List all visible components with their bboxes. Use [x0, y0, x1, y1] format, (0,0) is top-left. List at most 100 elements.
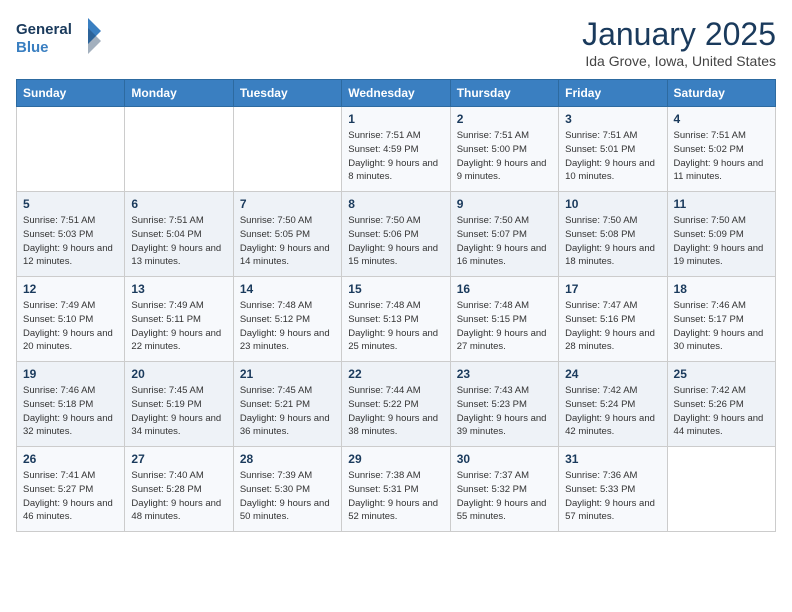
day-info: Sunrise: 7:45 AM Sunset: 5:19 PM Dayligh… — [131, 384, 226, 439]
day-info: Sunrise: 7:50 AM Sunset: 5:05 PM Dayligh… — [240, 214, 335, 269]
day-info: Sunrise: 7:48 AM Sunset: 5:15 PM Dayligh… — [457, 299, 552, 354]
calendar-cell: 3 Sunrise: 7:51 AM Sunset: 5:01 PM Daylig… — [559, 107, 667, 192]
day-info: Sunrise: 7:46 AM Sunset: 5:18 PM Dayligh… — [23, 384, 118, 439]
day-number: 31 — [565, 452, 660, 466]
calendar-cell: 29Sunrise: 7:38 AM Sunset: 5:31 PM Dayli… — [342, 447, 450, 532]
day-info: Sunrise: 7:39 AM Sunset: 5:30 PM Dayligh… — [240, 469, 335, 524]
calendar-week-row: 19 Sunrise: 7:46 AM Sunset: 5:18 PM Dayli… — [17, 362, 776, 447]
calendar-cell: 26Sunrise: 7:41 AM Sunset: 5:27 PM Dayli… — [17, 447, 125, 532]
day-info: Sunrise: 7:50 AM Sunset: 5:08 PM Dayligh… — [565, 214, 660, 269]
calendar-cell: 18 Sunrise: 7:46 AM Sunset: 5:17 PM Dayli… — [667, 277, 775, 362]
calendar-cell — [667, 447, 775, 532]
logo-svg: General Blue — [16, 16, 106, 61]
calendar-table: SundayMondayTuesdayWednesdayThursdayFrid… — [16, 79, 776, 532]
calendar-week-row: 26Sunrise: 7:41 AM Sunset: 5:27 PM Dayli… — [17, 447, 776, 532]
day-info: Sunrise: 7:36 AM Sunset: 5:33 PM Dayligh… — [565, 469, 660, 524]
calendar-cell: 24 Sunrise: 7:42 AM Sunset: 5:24 PM Dayli… — [559, 362, 667, 447]
day-info: Sunrise: 7:44 AM Sunset: 5:22 PM Dayligh… — [348, 384, 443, 439]
calendar-cell: 23 Sunrise: 7:43 AM Sunset: 5:23 PM Dayli… — [450, 362, 558, 447]
weekday-header: Wednesday — [342, 80, 450, 107]
calendar-cell: 30Sunrise: 7:37 AM Sunset: 5:32 PM Dayli… — [450, 447, 558, 532]
day-number: 18 — [674, 282, 769, 296]
calendar-cell: 28 Sunrise: 7:39 AM Sunset: 5:30 PM Dayli… — [233, 447, 341, 532]
day-info: Sunrise: 7:46 AM Sunset: 5:17 PM Dayligh… — [674, 299, 769, 354]
day-number: 19 — [23, 367, 118, 381]
day-info: Sunrise: 7:51 AM Sunset: 5:04 PM Dayligh… — [131, 214, 226, 269]
day-number: 3 — [565, 112, 660, 126]
day-info: Sunrise: 7:50 AM Sunset: 5:06 PM Dayligh… — [348, 214, 443, 269]
calendar-cell — [17, 107, 125, 192]
day-info: Sunrise: 7:48 AM Sunset: 5:13 PM Dayligh… — [348, 299, 443, 354]
day-number: 27 — [131, 452, 226, 466]
day-number: 23 — [457, 367, 552, 381]
day-info: Sunrise: 7:45 AM Sunset: 5:21 PM Dayligh… — [240, 384, 335, 439]
day-number: 8 — [348, 197, 443, 211]
calendar-cell — [233, 107, 341, 192]
calendar-cell: 9 Sunrise: 7:50 AM Sunset: 5:07 PM Daylig… — [450, 192, 558, 277]
weekday-header: Monday — [125, 80, 233, 107]
day-info: Sunrise: 7:51 AM Sunset: 5:01 PM Dayligh… — [565, 129, 660, 184]
calendar-cell: 16 Sunrise: 7:48 AM Sunset: 5:15 PM Dayli… — [450, 277, 558, 362]
day-number: 29 — [348, 452, 443, 466]
day-info: Sunrise: 7:49 AM Sunset: 5:10 PM Dayligh… — [23, 299, 118, 354]
day-number: 25 — [674, 367, 769, 381]
calendar-cell: 31 Sunrise: 7:36 AM Sunset: 5:33 PM Dayli… — [559, 447, 667, 532]
day-number: 6 — [131, 197, 226, 211]
day-info: Sunrise: 7:48 AM Sunset: 5:12 PM Dayligh… — [240, 299, 335, 354]
day-number: 16 — [457, 282, 552, 296]
calendar-week-row: 1Sunrise: 7:51 AM Sunset: 4:59 PM Daylig… — [17, 107, 776, 192]
calendar-cell: 10 Sunrise: 7:50 AM Sunset: 5:08 PM Dayli… — [559, 192, 667, 277]
page-header: General Blue January 2025 Ida Grove, Iow… — [16, 16, 776, 69]
day-number: 17 — [565, 282, 660, 296]
day-info: Sunrise: 7:50 AM Sunset: 5:07 PM Dayligh… — [457, 214, 552, 269]
month-title: January 2025 — [582, 16, 776, 53]
calendar-cell: 13Sunrise: 7:49 AM Sunset: 5:11 PM Dayli… — [125, 277, 233, 362]
day-info: Sunrise: 7:51 AM Sunset: 5:02 PM Dayligh… — [674, 129, 769, 184]
calendar-cell: 2 Sunrise: 7:51 AM Sunset: 5:00 PM Daylig… — [450, 107, 558, 192]
day-number: 21 — [240, 367, 335, 381]
title-block: January 2025 Ida Grove, Iowa, United Sta… — [582, 16, 776, 69]
calendar-week-row: 5Sunrise: 7:51 AM Sunset: 5:03 PM Daylig… — [17, 192, 776, 277]
day-info: Sunrise: 7:42 AM Sunset: 5:26 PM Dayligh… — [674, 384, 769, 439]
day-number: 12 — [23, 282, 118, 296]
day-info: Sunrise: 7:43 AM Sunset: 5:23 PM Dayligh… — [457, 384, 552, 439]
calendar-cell: 8 Sunrise: 7:50 AM Sunset: 5:06 PM Daylig… — [342, 192, 450, 277]
calendar-cell: 6 Sunrise: 7:51 AM Sunset: 5:04 PM Daylig… — [125, 192, 233, 277]
weekday-header: Friday — [559, 80, 667, 107]
calendar-cell: 27 Sunrise: 7:40 AM Sunset: 5:28 PM Dayli… — [125, 447, 233, 532]
day-number: 28 — [240, 452, 335, 466]
weekday-header: Tuesday — [233, 80, 341, 107]
calendar-cell: 22 Sunrise: 7:44 AM Sunset: 5:22 PM Dayli… — [342, 362, 450, 447]
calendar-cell: 14 Sunrise: 7:48 AM Sunset: 5:12 PM Dayli… — [233, 277, 341, 362]
day-number: 15 — [348, 282, 443, 296]
day-info: Sunrise: 7:41 AM Sunset: 5:27 PM Dayligh… — [23, 469, 118, 524]
calendar-cell: 12 Sunrise: 7:49 AM Sunset: 5:10 PM Dayli… — [17, 277, 125, 362]
day-number: 24 — [565, 367, 660, 381]
weekday-header: Saturday — [667, 80, 775, 107]
day-number: 14 — [240, 282, 335, 296]
day-info: Sunrise: 7:51 AM Sunset: 5:00 PM Dayligh… — [457, 129, 552, 184]
day-info: Sunrise: 7:51 AM Sunset: 4:59 PM Dayligh… — [348, 129, 443, 184]
day-info: Sunrise: 7:42 AM Sunset: 5:24 PM Dayligh… — [565, 384, 660, 439]
day-number: 4 — [674, 112, 769, 126]
day-number: 5 — [23, 197, 118, 211]
calendar-cell: 21 Sunrise: 7:45 AM Sunset: 5:21 PM Dayli… — [233, 362, 341, 447]
day-number: 10 — [565, 197, 660, 211]
day-info: Sunrise: 7:49 AM Sunset: 5:11 PM Dayligh… — [131, 299, 226, 354]
weekday-header: Sunday — [17, 80, 125, 107]
calendar-cell: 4 Sunrise: 7:51 AM Sunset: 5:02 PM Daylig… — [667, 107, 775, 192]
svg-text:Blue: Blue — [16, 39, 49, 56]
day-info: Sunrise: 7:50 AM Sunset: 5:09 PM Dayligh… — [674, 214, 769, 269]
day-number: 20 — [131, 367, 226, 381]
svg-text:General: General — [16, 21, 72, 38]
calendar-cell — [125, 107, 233, 192]
day-number: 11 — [674, 197, 769, 211]
day-info: Sunrise: 7:40 AM Sunset: 5:28 PM Dayligh… — [131, 469, 226, 524]
location: Ida Grove, Iowa, United States — [582, 53, 776, 69]
day-number: 9 — [457, 197, 552, 211]
calendar-cell: 15 Sunrise: 7:48 AM Sunset: 5:13 PM Dayli… — [342, 277, 450, 362]
calendar-cell: 17Sunrise: 7:47 AM Sunset: 5:16 PM Dayli… — [559, 277, 667, 362]
day-number: 2 — [457, 112, 552, 126]
logo: General Blue — [16, 16, 106, 61]
day-number: 22 — [348, 367, 443, 381]
